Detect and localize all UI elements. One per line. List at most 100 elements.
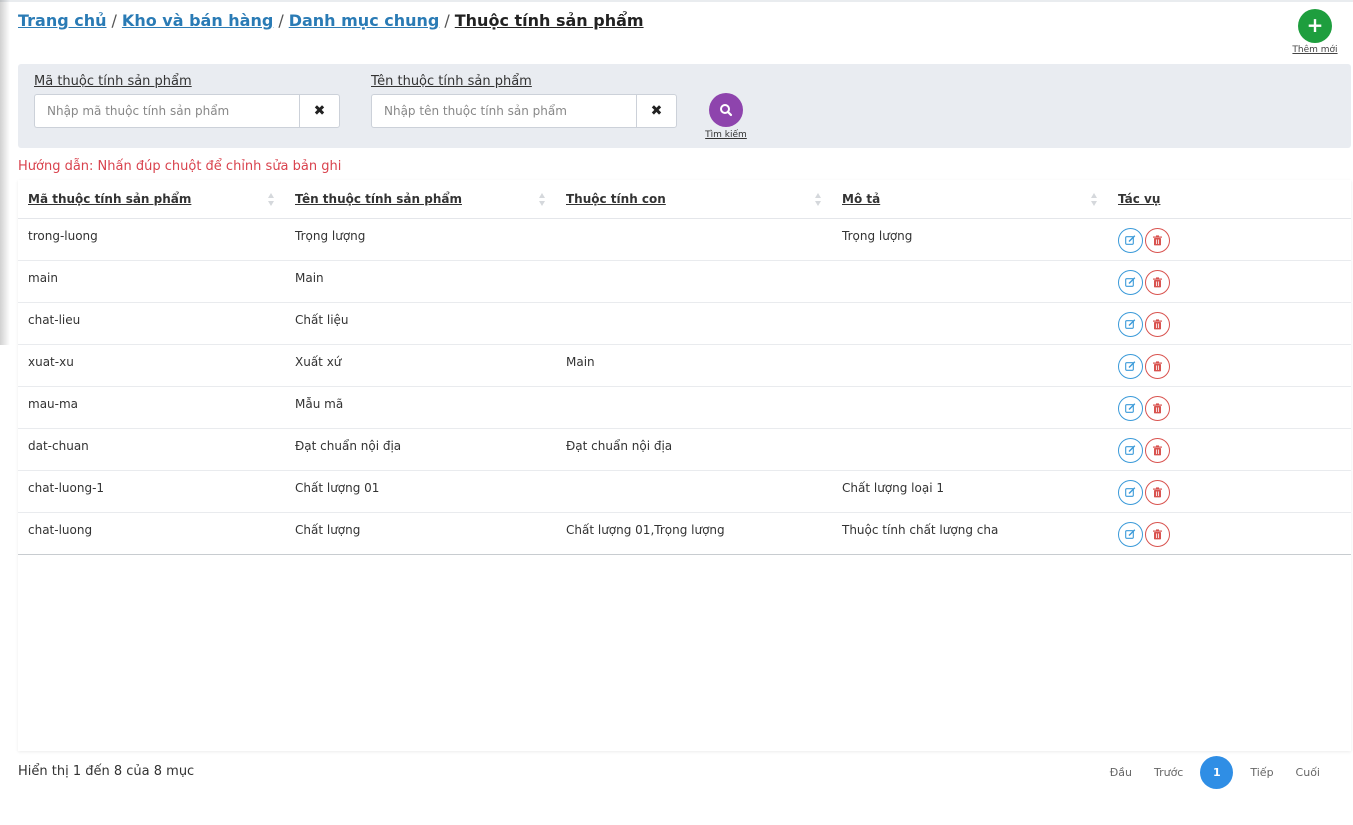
breadcrumb-separator: /: [111, 11, 117, 30]
column-header-children[interactable]: Thuộc tính con: [556, 180, 832, 219]
pager-next[interactable]: Tiếp: [1239, 766, 1284, 779]
edit-button[interactable]: [1118, 353, 1143, 379]
cell-children: [556, 386, 832, 429]
cell-description: Thuộc tính chất lượng cha: [832, 512, 1108, 555]
search-label[interactable]: Tìm kiếm: [702, 130, 750, 140]
add-new-label[interactable]: Thêm mới: [1290, 45, 1340, 55]
sort-icon: [1091, 193, 1098, 206]
edit-button[interactable]: [1118, 227, 1143, 253]
column-header-description[interactable]: Mô tả: [832, 180, 1108, 219]
sort-icon: [815, 193, 822, 206]
attributes-table: Mã thuộc tính sản phẩm Tên thuộc tính sả…: [18, 180, 1351, 751]
clear-code-button[interactable]: ✖: [299, 94, 340, 128]
search-icon[interactable]: [709, 93, 743, 127]
edit-button[interactable]: [1118, 395, 1143, 421]
cell-name: Main: [285, 260, 556, 303]
trash-icon: [1153, 486, 1162, 497]
cell-name: Mẫu mã: [285, 386, 556, 429]
edit-icon: [1125, 276, 1136, 287]
plus-icon[interactable]: +: [1298, 9, 1332, 43]
top-divider: [0, 0, 1353, 2]
data-table: Mã thuộc tính sản phẩm Tên thuộc tính sả…: [18, 180, 1351, 555]
code-search-input[interactable]: [34, 94, 299, 128]
delete-button[interactable]: [1145, 437, 1170, 463]
pager-prev[interactable]: Trước: [1143, 766, 1194, 779]
cell-code: chat-luong-1: [18, 470, 285, 513]
table-row[interactable]: dat-chuan Đạt chuẩn nội địa Đạt chuẩn nội …: [18, 428, 1351, 471]
edit-icon: [1125, 402, 1136, 413]
column-header-name[interactable]: Tên thuộc tính sản phẩm: [285, 180, 556, 219]
edit-button[interactable]: [1118, 521, 1143, 547]
edit-icon: [1125, 360, 1136, 371]
table-header-row: Mã thuộc tính sản phẩm Tên thuộc tính sả…: [18, 180, 1351, 219]
table-row[interactable]: chat-lieu Chất liệu: [18, 302, 1351, 345]
cell-actions: [1108, 260, 1351, 303]
code-filter-label: Mã thuộc tính sản phẩm: [34, 74, 192, 89]
sidebar-shadow: [0, 0, 10, 345]
column-header-code[interactable]: Mã thuộc tính sản phẩm: [18, 180, 285, 219]
table-row[interactable]: trong-luong Trọng lượng Trọng lượng: [18, 218, 1351, 261]
close-icon: ✖: [650, 103, 663, 119]
cell-actions: [1108, 512, 1351, 555]
delete-button[interactable]: [1145, 395, 1170, 421]
cell-children: [556, 218, 832, 261]
trash-icon: [1153, 234, 1162, 245]
cell-description: Chất lượng loại 1: [832, 470, 1108, 513]
table-row[interactable]: xuat-xu Xuất xứ Main: [18, 344, 1351, 387]
breadcrumb-home-link[interactable]: Trang chủ: [18, 11, 107, 30]
edit-icon: [1125, 234, 1136, 245]
pager-last[interactable]: Cuối: [1285, 766, 1331, 779]
cell-description: [832, 428, 1108, 471]
breadcrumb-warehouse-link[interactable]: Kho và bán hàng: [122, 11, 273, 30]
cell-name: Chất lượng: [285, 512, 556, 555]
delete-button[interactable]: [1145, 227, 1170, 253]
pager-first[interactable]: Đầu: [1099, 766, 1143, 779]
filter-panel: Mã thuộc tính sản phẩm ✖ Tên thuộc tính …: [18, 64, 1351, 148]
delete-button[interactable]: [1145, 269, 1170, 295]
add-new-button[interactable]: + Thêm mới: [1290, 9, 1340, 55]
edit-button[interactable]: [1118, 437, 1143, 463]
cell-code: mau-ma: [18, 386, 285, 429]
edit-button[interactable]: [1118, 479, 1143, 505]
cell-children: [556, 302, 832, 345]
code-input-group: ✖: [34, 94, 340, 128]
cell-code: main: [18, 260, 285, 303]
clear-name-button[interactable]: ✖: [636, 94, 677, 128]
breadcrumb-catalog-link[interactable]: Danh mục chung: [289, 11, 440, 30]
cell-actions: [1108, 386, 1351, 429]
cell-name: Xuất xứ: [285, 344, 556, 387]
delete-button[interactable]: [1145, 311, 1170, 337]
cell-actions: [1108, 470, 1351, 513]
edit-button[interactable]: [1118, 269, 1143, 295]
cell-description: [832, 260, 1108, 303]
cell-name: Trọng lượng: [285, 218, 556, 261]
name-filter: Tên thuộc tính sản phẩm ✖: [371, 74, 677, 128]
edit-icon: [1125, 444, 1136, 455]
edit-icon: [1125, 486, 1136, 497]
delete-button[interactable]: [1145, 521, 1170, 547]
cell-actions: [1108, 344, 1351, 387]
table-row[interactable]: chat-luong-1 Chất lượng 01 Chất lượng loại…: [18, 470, 1351, 513]
table-row[interactable]: mau-ma Mẫu mã: [18, 386, 1351, 429]
breadcrumb: Trang chủ / Kho và bán hàng / Danh mục chung…: [18, 11, 644, 30]
name-input-group: ✖: [371, 94, 677, 128]
name-search-input[interactable]: [371, 94, 636, 128]
cell-description: [832, 386, 1108, 429]
trash-icon: [1153, 360, 1162, 371]
edit-icon: [1125, 318, 1136, 329]
search-button[interactable]: Tìm kiếm: [702, 93, 750, 140]
delete-button[interactable]: [1145, 353, 1170, 379]
cell-description: [832, 302, 1108, 345]
edit-button[interactable]: [1118, 311, 1143, 337]
cell-children: Đạt chuẩn nội địa: [556, 428, 832, 471]
column-header-actions: Tác vụ: [1108, 180, 1351, 219]
trash-icon: [1153, 528, 1162, 539]
cell-name: Đạt chuẩn nội địa: [285, 428, 556, 471]
table-row[interactable]: main Main: [18, 260, 1351, 303]
table-row[interactable]: chat-luong Chất lượng Chất lượng 01,Trọng …: [18, 512, 1351, 555]
cell-description: [832, 344, 1108, 387]
delete-button[interactable]: [1145, 479, 1170, 505]
cell-code: chat-luong: [18, 512, 285, 555]
pager-page-1[interactable]: 1: [1200, 756, 1234, 789]
cell-code: dat-chuan: [18, 428, 285, 471]
